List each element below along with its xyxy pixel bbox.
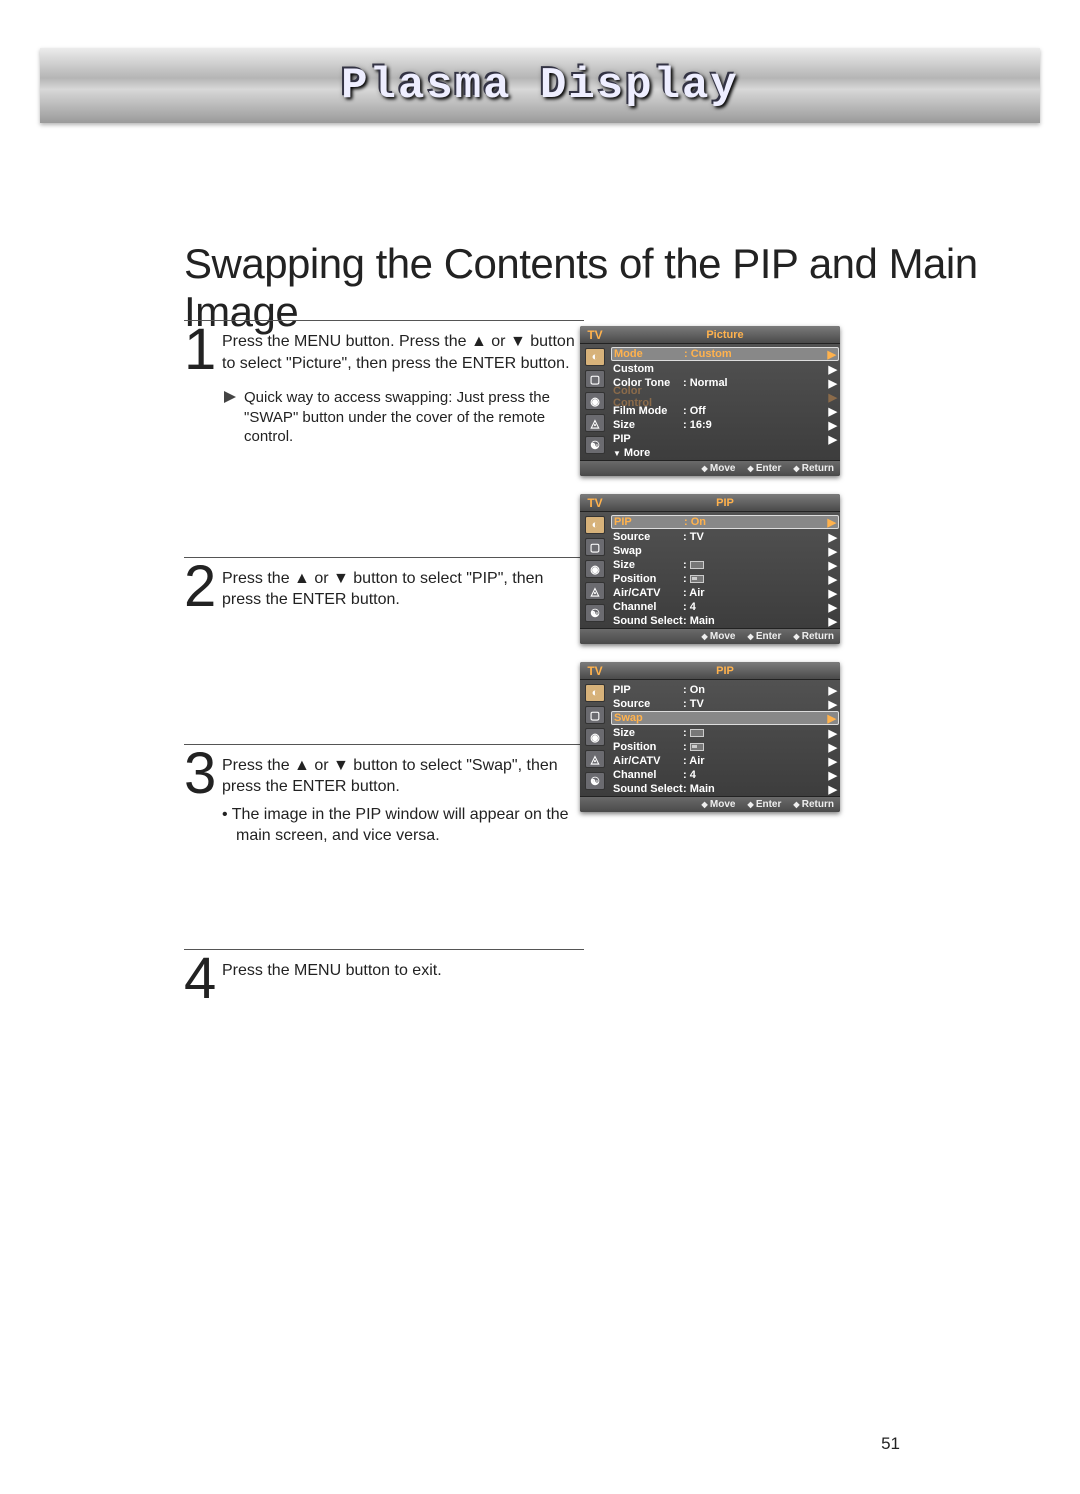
osd-icon: ☯ [585,604,605,622]
note-text: Quick way to access swapping: Just press… [244,388,584,447]
osd-rows: PIP: On▶ Source: TV▶ Swap▶ Size: ▶ Posit… [610,512,840,628]
osd-row: More [613,446,837,460]
header-banner: Plasma Display [40,48,1040,123]
step-text: Press the MENU button to exit. [222,960,584,982]
osd-icon: ◉ [585,728,605,746]
page-number: 51 [881,1434,900,1454]
osd-row: Position: ▶ [613,740,837,754]
osd-icon: ▢ [585,538,605,556]
osd-icon: ▢ [585,706,605,724]
osd-column: TV Picture ◐ ▢ ◉ ◬ ☯ Mode: Custom▶ Custom▶ C… [580,326,842,830]
osd-foot-enter: Enter [747,463,781,474]
osd-titlebar: TV PIP [580,494,840,512]
osd-icon: ◉ [585,560,605,578]
osd-icon: ▢ [585,370,605,388]
osd-screenshot-pip: TV PIP ◐ ▢ ◉ ◬ ☯ PIP: On▶ Source: TV▶ Swap▶ … [580,494,840,644]
osd-icon: ☯ [585,772,605,790]
osd-icon: ☯ [585,436,605,454]
osd-row: PIP: On▶ [611,515,839,529]
osd-screenshot-picture: TV Picture ◐ ▢ ◉ ◬ ☯ Mode: Custom▶ Custom▶ C… [580,326,840,476]
note-arrow-icon [224,391,236,403]
osd-icon-list: ◐ ▢ ◉ ◬ ☯ [580,512,610,628]
osd-icon-list: ◐ ▢ ◉ ◬ ☯ [580,344,610,460]
osd-row: Source: TV▶ [613,697,837,711]
osd-title: Picture [610,329,840,341]
steps-column: 1 Press the MENU button. Press the ▲ or … [184,320,584,1010]
step-bullet: The image in the PIP window will appear … [222,804,584,847]
step-text: Press the ▲ or ▼ button to select "Swap"… [222,755,584,798]
osd-row: Size: ▶ [613,558,837,572]
osd-row: Air/CATV: Air▶ [613,586,837,600]
osd-title: PIP [610,497,840,509]
step-text: Press the MENU button. Press the ▲ or ▼ … [222,331,584,374]
osd-rows: PIP: On▶ Source: TV▶ Swap▶ Size: ▶ Posit… [610,680,840,796]
osd-foot-return: Return [793,799,834,810]
step-4: 4 Press the MENU button to exit. [184,949,584,1004]
osd-row: Film Mode: Off▶ [613,404,837,418]
osd-icon: ◐ [585,516,605,534]
osd-footer: Move Enter Return [580,796,840,812]
osd-foot-move: Move [702,463,736,474]
osd-foot-return: Return [793,631,834,642]
step-number: 1 [184,325,222,375]
osd-icon: ◐ [585,684,605,702]
osd-row: Position: ▶ [613,572,837,586]
osd-title: PIP [610,665,840,677]
osd-footer: Move Enter Return [580,628,840,644]
osd-row: Sound Select: Main▶ [613,614,837,628]
osd-row: PIP: On▶ [613,683,837,697]
osd-row: Swap▶ [613,544,837,558]
osd-row: Mode: Custom▶ [611,347,839,361]
osd-row: Swap▶ [611,711,839,725]
osd-row: Channel: 4▶ [613,768,837,782]
osd-row: Custom▶ [613,362,837,376]
osd-titlebar: TV Picture [580,326,840,344]
banner-title: Plasma Display [341,61,739,111]
osd-foot-move: Move [702,631,736,642]
osd-row: Source: TV▶ [613,530,837,544]
osd-titlebar: TV PIP [580,662,840,680]
step-2: 2 Press the ▲ or ▼ button to select "PIP… [184,557,584,612]
osd-row: Size: ▶ [613,726,837,740]
osd-row: Color Control▶ [613,390,837,404]
osd-icon: ◐ [585,348,605,366]
osd-rows: Mode: Custom▶ Custom▶ Color Tone: Normal… [610,344,840,460]
step-number: 2 [184,562,222,612]
step-number: 3 [184,749,222,799]
osd-row: Channel: 4▶ [613,600,837,614]
osd-foot-move: Move [702,799,736,810]
osd-icon: ◬ [585,582,605,600]
osd-foot-enter: Enter [747,631,781,642]
osd-icon: ◉ [585,392,605,410]
osd-row: Air/CATV: Air▶ [613,754,837,768]
step-3: 3 Press the ▲ or ▼ button to select "Swa… [184,744,584,847]
osd-tv-label: TV [580,664,610,678]
step-1: 1 Press the MENU button. Press the ▲ or … [184,320,584,447]
osd-foot-enter: Enter [747,799,781,810]
osd-icon: ◬ [585,750,605,768]
osd-tv-label: TV [580,496,610,510]
osd-footer: Move Enter Return [580,460,840,476]
step-number: 4 [184,954,222,1004]
step-text: Press the ▲ or ▼ button to select "PIP",… [222,568,584,611]
osd-foot-return: Return [793,463,834,474]
osd-row: PIP▶ [613,432,837,446]
osd-row: Sound Select: Main▶ [613,782,837,796]
osd-icon-list: ◐ ▢ ◉ ◬ ☯ [580,680,610,796]
osd-icon: ◬ [585,414,605,432]
step-note: Quick way to access swapping: Just press… [222,388,584,447]
osd-tv-label: TV [580,328,610,342]
osd-screenshot-swap: TV PIP ◐ ▢ ◉ ◬ ☯ PIP: On▶ Source: TV▶ Swap▶ … [580,662,840,812]
osd-row: Size: 16:9▶ [613,418,837,432]
